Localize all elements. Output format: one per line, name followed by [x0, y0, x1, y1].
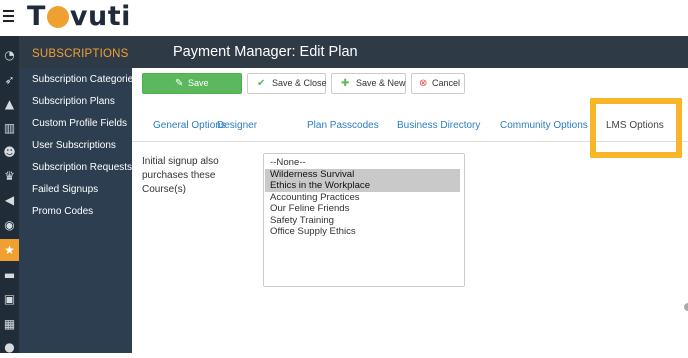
sidebar-item-subscription-categories[interactable]: Subscription Categories: [19, 69, 138, 91]
courses-multiselect[interactable]: --None-- Wilderness Survival Ethics in t…: [263, 153, 465, 287]
course-option-none[interactable]: --None--: [265, 157, 460, 169]
course-option-wilderness-survival[interactable]: Wilderness Survival: [265, 168, 460, 180]
save-button[interactable]: ✎ Save: [142, 73, 242, 94]
scroll-indicator: [684, 303, 688, 311]
sidebar-item-subscription-plans[interactable]: Subscription Plans: [19, 91, 132, 113]
sidebar-item-failed-signups[interactable]: Failed Signups: [19, 179, 132, 201]
cancel-circle-icon: ⊗: [419, 78, 428, 89]
sidebar-heading: SUBSCRIPTIONS: [19, 36, 132, 68]
check-icon: ✔: [257, 78, 266, 89]
page-title: Payment Manager: Edit Plan: [173, 44, 358, 60]
icon-rail: ◔ ➶ ▲ ▥ ☻ ♛ ◀ ◉ ★ ▬ ▣ ▦ ●: [0, 36, 19, 354]
sidebar-item-user-subscriptions[interactable]: User Subscriptions: [19, 135, 132, 157]
logo-text-start: T: [27, 0, 46, 32]
plus-icon: ✚: [341, 78, 350, 89]
save-and-close-label: Save & Close: [272, 78, 327, 88]
sidebar-item-promo-codes[interactable]: Promo Codes: [19, 201, 132, 223]
logo-text-end: vuti: [69, 0, 131, 32]
star-icon[interactable]: ★: [0, 239, 19, 261]
graduation-cap-icon[interactable]: ▲: [0, 93, 19, 115]
dashboard-icon[interactable]: ◔: [0, 44, 19, 66]
users-icon[interactable]: ☻: [0, 141, 19, 163]
sidebar-item-custom-profile-fields[interactable]: Custom Profile Fields: [19, 113, 132, 135]
credit-card-icon[interactable]: ▬: [0, 264, 19, 286]
course-option-safety-training[interactable]: Safety Training: [265, 215, 460, 227]
courses-field-label: Initial signup also purchases these Cour…: [142, 156, 219, 195]
save-icon: ✎: [175, 78, 184, 89]
id-badge-icon[interactable]: ▣: [0, 288, 19, 310]
tab-general-options[interactable]: General Options: [153, 112, 226, 140]
trophy-icon[interactable]: ♛: [0, 165, 19, 187]
course-option-our-feline-friends[interactable]: Our Feline Friends: [265, 203, 460, 215]
tovuti-logo[interactable]: Tvuti: [27, 0, 131, 32]
tab-business-directory[interactable]: Business Directory: [397, 112, 480, 140]
tab-plan-passcodes[interactable]: Plan Passcodes: [307, 112, 379, 140]
chat-icon[interactable]: ●: [0, 336, 19, 358]
course-option-accounting-practices[interactable]: Accounting Practices: [265, 192, 460, 204]
bar-chart-icon[interactable]: ▥: [0, 117, 19, 139]
tab-community-options[interactable]: Community Options: [500, 112, 588, 140]
save-button-label: Save: [188, 78, 209, 88]
hamburger-menu-icon[interactable]: [3, 10, 14, 23]
course-option-office-supply-ethics[interactable]: Office Supply Ethics: [265, 226, 460, 238]
calendar-icon[interactable]: ▦: [0, 313, 19, 335]
sidebar-item-subscription-requests[interactable]: Subscription Requests: [19, 157, 132, 179]
tab-designer[interactable]: Designer: [217, 112, 257, 140]
rss-icon[interactable]: ◉: [0, 214, 19, 236]
logo-o-mark: [46, 6, 69, 28]
save-and-new-label: Save & New: [356, 78, 406, 88]
course-option-ethics-in-the-workplace[interactable]: Ethics in the Workplace: [265, 180, 460, 192]
subscriptions-sidebar: SUBSCRIPTIONS Subscription Categories Su…: [19, 36, 138, 353]
megaphone-icon[interactable]: ◀: [0, 189, 19, 211]
top-bar: Tvuti: [0, 0, 688, 36]
rocket-icon[interactable]: ➶: [0, 69, 19, 91]
save-and-close-button[interactable]: ✔ Save & Close: [247, 73, 327, 94]
lms-options-highlight: [590, 98, 682, 158]
page-header: Payment Manager: Edit Plan: [132, 36, 688, 68]
cancel-label: Cancel: [432, 78, 461, 88]
cancel-button[interactable]: ⊗ Cancel: [411, 73, 465, 94]
save-and-new-button[interactable]: ✚ Save & New: [331, 73, 406, 94]
